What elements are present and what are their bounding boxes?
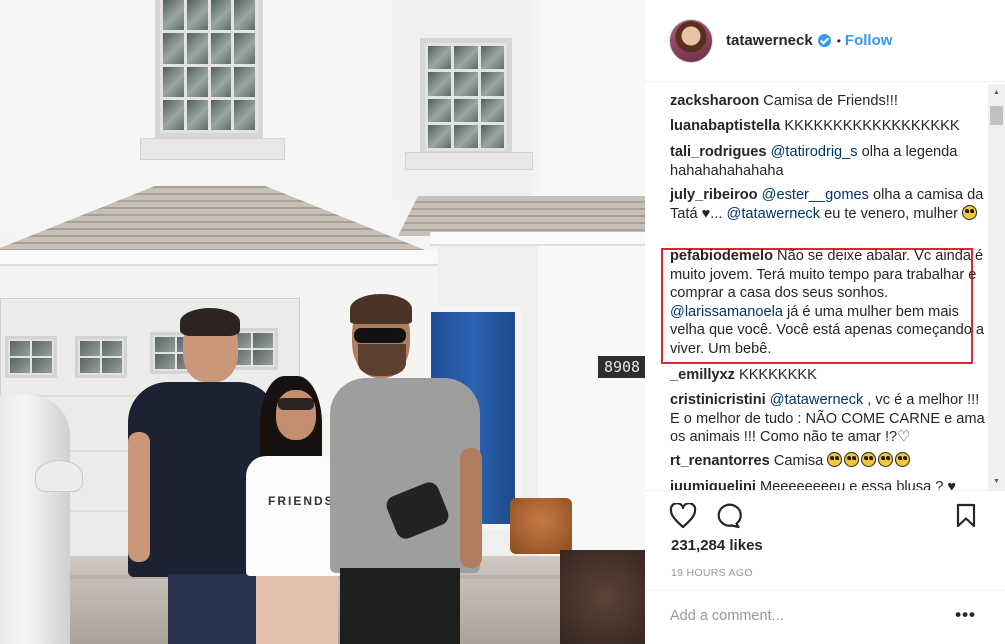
- person-right: [330, 294, 482, 644]
- scrollbar-thumb[interactable]: [990, 106, 1003, 125]
- heart-outline-icon[interactable]: [669, 502, 697, 534]
- author-username[interactable]: tatawerneck: [726, 32, 813, 49]
- upper-window-left: [155, 0, 263, 138]
- comment: _emillyxz KKKKKKKK: [670, 366, 986, 385]
- parked-car: [0, 395, 70, 644]
- smiling-face-heart-eyes-icon: [827, 452, 843, 467]
- comment-text: KKKKKKKK: [734, 367, 817, 383]
- follow-button[interactable]: Follow: [845, 32, 893, 49]
- comment-username[interactable]: zacksharoon: [670, 93, 759, 109]
- comment-bubble-icon[interactable]: [714, 503, 742, 534]
- comments-scrollbar[interactable]: ▲ ▼: [988, 84, 1005, 490]
- mention-link[interactable]: @tatawerneck: [770, 392, 864, 408]
- comment: rt_renantorres Camisa: [670, 452, 986, 471]
- mention-link[interactable]: @larissamanoela: [670, 304, 783, 320]
- clipped-comment-fragment: _ __ __ _: [670, 84, 721, 92]
- planter: [510, 498, 572, 554]
- post-sidebar: tatawerneck • Follow _ __ __ _ zacksharo…: [645, 0, 1005, 644]
- comment-username[interactable]: july_ribeiroo: [670, 187, 758, 203]
- comment: luanabaptistella KKKKKKKKKKKKKKKKKK: [670, 117, 986, 136]
- add-comment-input[interactable]: [670, 608, 940, 624]
- comment-text: Camisa de Friends!!!: [759, 93, 898, 109]
- highlighted-comment: pefabiodemelo Não se deixe abalar. Vc ai…: [670, 247, 986, 358]
- comment-username[interactable]: luanabaptistella: [670, 118, 780, 134]
- add-comment-bar: •••: [645, 590, 1005, 644]
- comments-list[interactable]: _ __ __ _ zacksharoon Camisa de Friends!…: [645, 84, 1005, 490]
- comment-text: eu te venero, mulher: [820, 205, 962, 222]
- mention-link[interactable]: @tatirodrig_s: [771, 144, 858, 160]
- comment: zacksharoon Camisa de Friends!!!: [670, 92, 986, 111]
- comment-username[interactable]: tali_rodrigues: [670, 144, 767, 160]
- header-separator: •: [836, 33, 841, 48]
- house-number: 8908: [598, 356, 645, 378]
- comment: tali_rodrigues @tatirodrig_s olha a lege…: [670, 143, 986, 180]
- comment-username[interactable]: pefabiodemelo: [670, 248, 773, 264]
- upper-window-right: [420, 38, 512, 156]
- comment-username[interactable]: juumiquelini: [670, 479, 756, 490]
- smiling-face-heart-eyes-icon: [962, 204, 977, 220]
- smiling-face-heart-eyes-icon: [861, 452, 877, 467]
- comment-text: KKKKKKKKKKKKKKKKKK: [780, 118, 960, 134]
- post-header: tatawerneck • Follow: [645, 0, 1005, 82]
- likes-count[interactable]: 231,284 likes: [671, 537, 763, 554]
- smiling-face-heart-eyes-icon: [878, 452, 894, 467]
- scroll-down-icon[interactable]: ▼: [988, 473, 1005, 490]
- comment-text: Camisa: [769, 453, 828, 469]
- comment-username[interactable]: _emillyxz: [670, 367, 735, 383]
- comment-username[interactable]: cristinicristini: [670, 392, 766, 408]
- comment: juumiquelini Meeeeeeeeu e essa blusa ? ♥: [670, 478, 986, 490]
- smiling-face-heart-eyes-icon: [844, 452, 860, 467]
- comment-username[interactable]: rt_renantorres: [670, 453, 770, 469]
- mention-link[interactable]: @ester__gomes: [762, 187, 869, 203]
- scroll-up-icon[interactable]: ▲: [988, 84, 1005, 101]
- post-timestamp[interactable]: 19 HOURS AGO: [671, 567, 753, 579]
- comment: cristinicristini @tatawerneck , vc é a m…: [670, 391, 986, 447]
- post-photo[interactable]: 8908 FRIENDS: [0, 0, 645, 644]
- house-number-text: 8908: [603, 358, 641, 376]
- bookmark-outline-icon[interactable]: [955, 503, 977, 534]
- smiling-face-heart-eyes-icon: [895, 452, 911, 467]
- post-actions: 231,284 likes 19 HOURS AGO: [645, 490, 1005, 579]
- verified-badge-icon: [817, 34, 831, 47]
- comment: july_ribeiroo @ester__gomes olha a camis…: [670, 186, 986, 223]
- mention-link[interactable]: @tatawerneck: [727, 206, 821, 222]
- more-options-icon[interactable]: •••: [955, 605, 976, 625]
- comment-text: Meeeeeeeeu e essa blusa ? ♥: [755, 479, 957, 490]
- avatar[interactable]: [669, 18, 713, 63]
